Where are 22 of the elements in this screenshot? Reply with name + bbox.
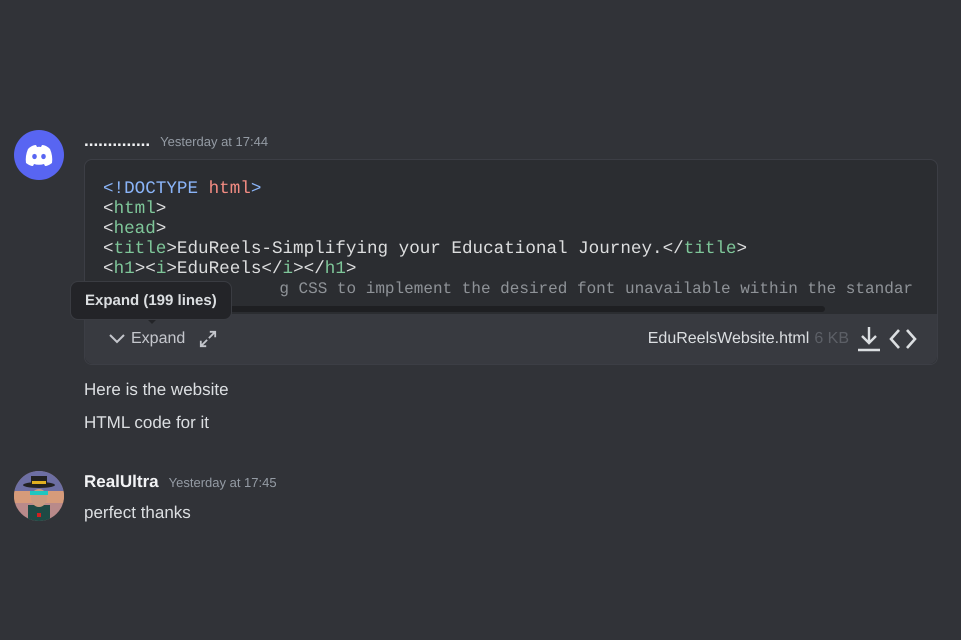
download-icon[interactable] [857,326,881,352]
code-line: <h1><i>EduReels</i></h1> [103,259,356,279]
tooltip: Expand (199 lines) [70,281,232,320]
code-line: <title>EduReels-Simplifying your Educational Journey.</title> [103,239,748,259]
message-text: Here is the website [84,379,230,401]
username[interactable]: RealUltra [84,472,159,492]
username[interactable]: .............. [84,131,150,151]
code-line: <head> [103,219,166,239]
avatar-icon[interactable] [14,130,64,180]
code-icon[interactable] [889,328,917,350]
expand-button[interactable]: Expand [109,330,186,348]
file-name[interactable]: EduReelsWebsite.html [648,330,810,348]
code-line: g CSS to implement the desired font unavailable within the standar [279,279,914,299]
chevron-down-icon [109,334,125,344]
message-text: HTML code for it [84,412,210,434]
timestamp: Yesterday at 17:44 [160,134,268,149]
message-text: perfect thanks [84,502,192,524]
fullscreen-icon[interactable] [199,330,218,348]
timestamp: Yesterday at 17:45 [168,475,277,490]
code-line: <html> [103,199,166,219]
tooltip-pointer [146,318,158,324]
code-line: <!DOCTYPE html> [103,179,262,199]
